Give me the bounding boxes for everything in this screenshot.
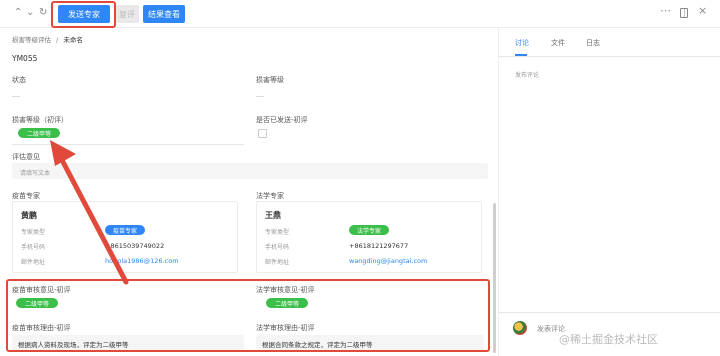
- tab-files[interactable]: 文件: [551, 38, 565, 48]
- comment-divider: [499, 312, 720, 313]
- user-avatar: [513, 321, 527, 335]
- tab-divider: [499, 56, 720, 57]
- watermark-text: @稀土掘金技术社区: [559, 333, 658, 346]
- comment-placeholder[interactable]: 发布评论: [515, 70, 539, 79]
- tab-discussion[interactable]: 讨论: [515, 38, 529, 48]
- discussion-sidebar: 讨论 文件 日志 发布评论 发表评论 @稀土掘金技术社区: [498, 28, 720, 356]
- tab-log[interactable]: 日志: [586, 38, 600, 48]
